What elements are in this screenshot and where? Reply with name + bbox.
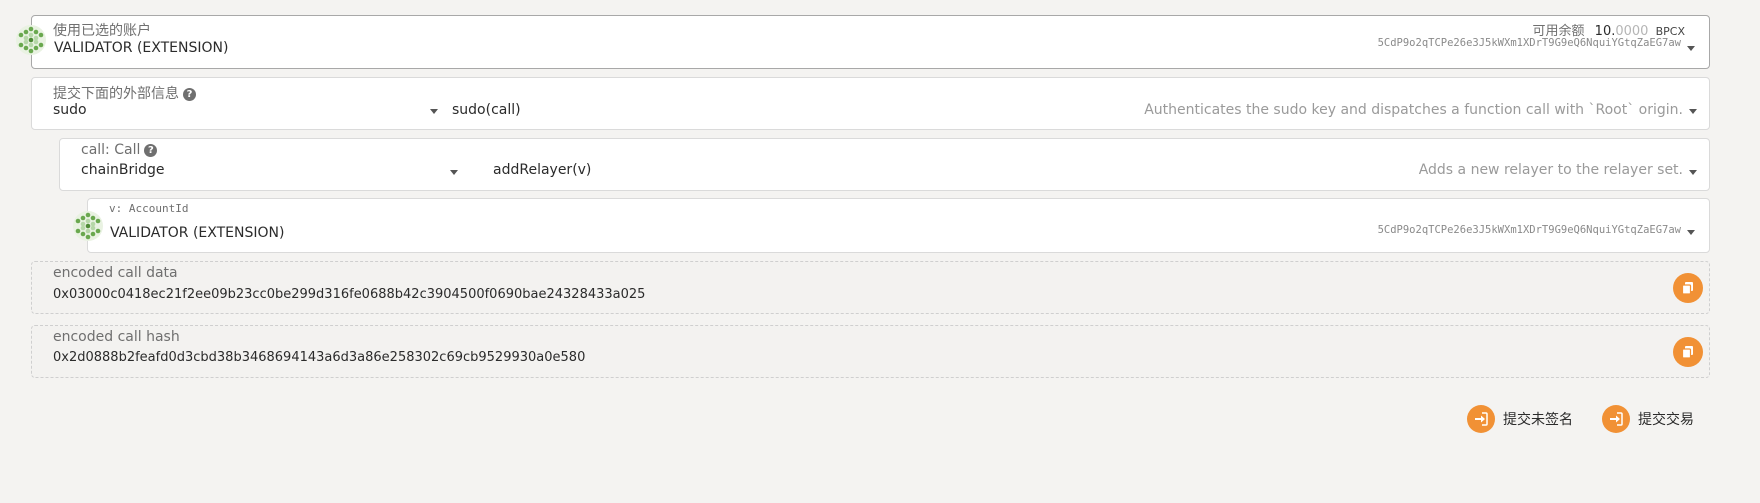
- submit-transaction-label: 提交交易: [1638, 412, 1694, 428]
- chevron-down-icon: [450, 170, 458, 175]
- encoded-call-hash-field: encoded call hash 0x2d0888b2feafd0d3cbd3…: [31, 325, 1710, 378]
- call-section-value: chainBridge: [81, 162, 165, 178]
- param-v-label: v: AccountId: [109, 202, 189, 215]
- extrinsic-method-dropdown[interactable]: sudo(call) Authenticates the sudo key an…: [442, 78, 1711, 131]
- submit-unsigned-label: 提交未签名: [1503, 412, 1573, 428]
- call-method-description: Adds a new relayer to the relayer set.: [1418, 162, 1683, 178]
- account-selector[interactable]: 使用已选的账户 VALIDATOR (EXTENSION) 可用余额 10.00…: [31, 15, 1710, 69]
- call-method-dropdown[interactable]: addRelayer(v) Adds a new relayer to the …: [470, 139, 1711, 192]
- copy-icon: [1681, 346, 1693, 359]
- param-v-account-name: VALIDATOR (EXTENSION): [110, 225, 285, 241]
- chevron-down-icon: [430, 109, 438, 114]
- encoded-call-data-field: encoded call data 0x03000c0418ec21f2ee09…: [31, 261, 1710, 314]
- param-v-account-selector[interactable]: v: AccountId VALIDATOR (EXTENSION) 5CdP9…: [87, 198, 1710, 253]
- extrinsic-selector: 提交下面的外部信息? sudo sudo(call) Authenticates…: [31, 77, 1710, 130]
- call-section-dropdown[interactable]: chainBridge: [60, 139, 470, 192]
- copy-icon: [1681, 282, 1693, 295]
- chevron-down-icon: [1689, 109, 1697, 114]
- chevron-down-icon: [1689, 170, 1697, 175]
- account-selector-label: 使用已选的账户: [53, 23, 151, 39]
- extrinsic-section-dropdown[interactable]: sudo: [32, 78, 442, 131]
- identicon-icon: [73, 211, 103, 241]
- call-method-value: addRelayer(v): [493, 162, 592, 178]
- extrinsic-method-value: sudo(call): [452, 102, 521, 118]
- account-address: 5CdP9o2qTCPe26e3J5kWXm1XDrT9G9eQ6NquiYGt…: [1377, 37, 1681, 49]
- submit-unsigned-button[interactable]: 提交未签名: [1467, 405, 1573, 433]
- extrinsic-submission-page: 使用已选的账户 VALIDATOR (EXTENSION) 可用余额 10.00…: [0, 0, 1760, 503]
- extrinsic-method-description: Authenticates the sudo key and dispatche…: [1144, 102, 1683, 118]
- encoded-call-data-label: encoded call data: [53, 265, 178, 281]
- chevron-down-icon: [1687, 230, 1695, 235]
- copy-call-data-button[interactable]: [1673, 273, 1703, 303]
- submit-transaction-button[interactable]: 提交交易: [1602, 405, 1694, 433]
- account-name: VALIDATOR (EXTENSION): [54, 40, 229, 56]
- call-selector: call: Call? chainBridge addRelayer(v) Ad…: [59, 138, 1710, 191]
- sign-in-icon: [1467, 405, 1495, 433]
- copy-call-hash-button[interactable]: [1673, 337, 1703, 367]
- encoded-call-data-value: 0x03000c0418ec21f2ee09b23cc0be299d316fe0…: [53, 287, 646, 302]
- encoded-call-hash-value: 0x2d0888b2feafd0d3cbd38b3468694143a6d3a8…: [53, 350, 586, 365]
- sign-in-icon: [1602, 405, 1630, 433]
- extrinsic-section-value: sudo: [53, 102, 87, 118]
- encoded-call-hash-label: encoded call hash: [53, 329, 180, 345]
- param-v-account-address: 5CdP9o2qTCPe26e3J5kWXm1XDrT9G9eQ6NquiYGt…: [1377, 224, 1681, 236]
- chevron-down-icon[interactable]: [1687, 46, 1695, 51]
- identicon-icon: [16, 25, 46, 55]
